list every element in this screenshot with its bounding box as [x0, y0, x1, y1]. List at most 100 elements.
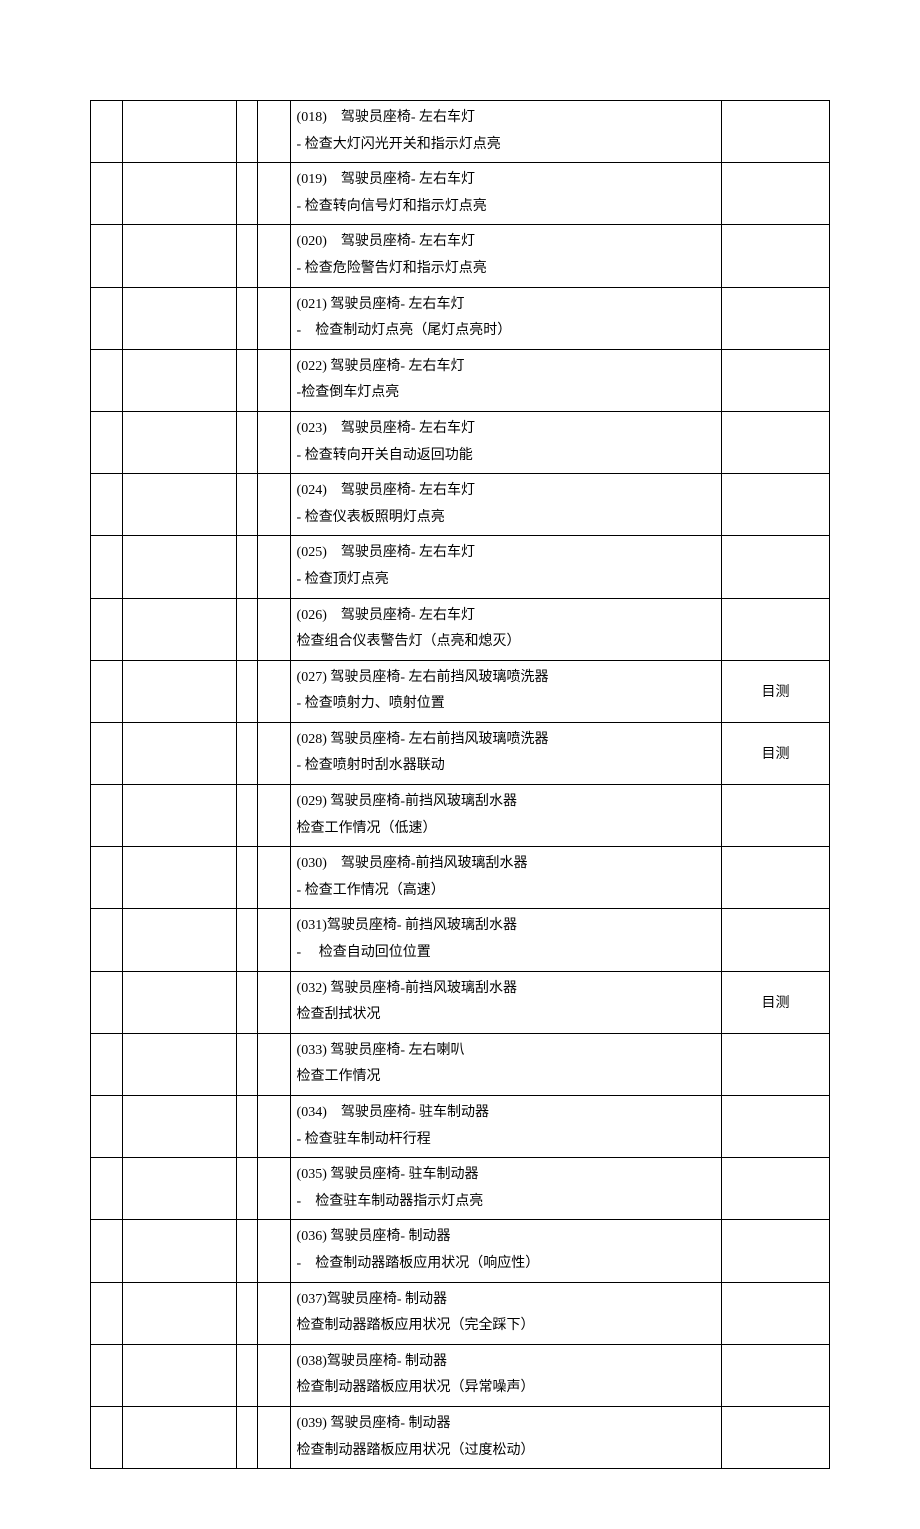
empty-cell	[258, 785, 290, 847]
table-row: (024) 驾驶员座椅- 左右车灯- 检查仪表板照明灯点亮	[91, 474, 830, 536]
table-row: (030) 驾驶员座椅-前挡风玻璃刮水器- 检查工作情况（高速）	[91, 847, 830, 909]
empty-cell	[123, 1158, 236, 1220]
empty-cell	[258, 1158, 290, 1220]
description-cell: (020) 驾驶员座椅- 左右车灯- 检查危险警告灯和指示灯点亮	[290, 225, 722, 287]
empty-cell	[236, 411, 258, 473]
method-cell: 目测	[722, 660, 830, 722]
description-line-2: - 检查转向开关自动返回功能	[297, 443, 716, 470]
description-cell: (019) 驾驶员座椅- 左右车灯- 检查转向信号灯和指示灯点亮	[290, 163, 722, 225]
description-line-1: (019) 驾驶员座椅- 左右车灯	[297, 167, 716, 194]
method-cell	[722, 411, 830, 473]
table-row: (039) 驾驶员座椅- 制动器检查制动器踏板应用状况（过度松动）	[91, 1406, 830, 1468]
empty-cell	[258, 225, 290, 287]
empty-cell	[91, 660, 123, 722]
description-cell: (033) 驾驶员座椅- 左右喇叭检查工作情况	[290, 1033, 722, 1095]
method-cell	[722, 287, 830, 349]
description-cell: (030) 驾驶员座椅-前挡风玻璃刮水器- 检查工作情况（高速）	[290, 847, 722, 909]
empty-cell	[258, 536, 290, 598]
empty-cell	[91, 1406, 123, 1468]
method-cell	[722, 163, 830, 225]
empty-cell	[236, 225, 258, 287]
description-line-2: - 检查制动器踏板应用状况（响应性）	[297, 1251, 716, 1278]
description-line-2: - 检查仪表板照明灯点亮	[297, 505, 716, 532]
table-row: (032) 驾驶员座椅-前挡风玻璃刮水器检查刮拭状况目测	[91, 971, 830, 1033]
description-line-2: - 检查转向信号灯和指示灯点亮	[297, 194, 716, 221]
method-cell	[722, 1220, 830, 1282]
description-cell: (025) 驾驶员座椅- 左右车灯- 检查顶灯点亮	[290, 536, 722, 598]
method-cell	[722, 225, 830, 287]
table-row: (034) 驾驶员座椅- 驻车制动器- 检查驻车制动杆行程	[91, 1096, 830, 1158]
empty-cell	[236, 1406, 258, 1468]
empty-cell	[258, 1033, 290, 1095]
empty-cell	[91, 785, 123, 847]
empty-cell	[123, 1033, 236, 1095]
empty-cell	[258, 1282, 290, 1344]
empty-cell	[91, 1282, 123, 1344]
table-row: (020) 驾驶员座椅- 左右车灯- 检查危险警告灯和指示灯点亮	[91, 225, 830, 287]
empty-cell	[91, 349, 123, 411]
method-cell	[722, 1158, 830, 1220]
empty-cell	[123, 225, 236, 287]
empty-cell	[123, 971, 236, 1033]
table-row: (033) 驾驶员座椅- 左右喇叭检查工作情况	[91, 1033, 830, 1095]
empty-cell	[258, 909, 290, 971]
empty-cell	[236, 1282, 258, 1344]
description-line-1: (029) 驾驶员座椅-前挡风玻璃刮水器	[297, 789, 716, 816]
table-row: (028) 驾驶员座椅- 左右前挡风玻璃喷洗器- 检查喷射时刮水器联动目测	[91, 722, 830, 784]
table-row: (035) 驾驶员座椅- 驻车制动器- 检查驻车制动器指示灯点亮	[91, 1158, 830, 1220]
description-cell: (039) 驾驶员座椅- 制动器检查制动器踏板应用状况（过度松动）	[290, 1406, 722, 1468]
description-cell: (026) 驾驶员座椅- 左右车灯检查组合仪表警告灯（点亮和熄灭）	[290, 598, 722, 660]
table-row: (022) 驾驶员座椅- 左右车灯-检查倒车灯点亮	[91, 349, 830, 411]
empty-cell	[91, 411, 123, 473]
empty-cell	[258, 474, 290, 536]
empty-cell	[91, 287, 123, 349]
method-cell	[722, 1406, 830, 1468]
empty-cell	[236, 287, 258, 349]
method-cell	[722, 1282, 830, 1344]
description-cell: (032) 驾驶员座椅-前挡风玻璃刮水器检查刮拭状况	[290, 971, 722, 1033]
table-row: (027) 驾驶员座椅- 左右前挡风玻璃喷洗器- 检查喷射力、喷射位置目测	[91, 660, 830, 722]
description-cell: (036) 驾驶员座椅- 制动器- 检查制动器踏板应用状况（响应性）	[290, 1220, 722, 1282]
description-line-2: 检查制动器踏板应用状况（完全踩下）	[297, 1313, 716, 1340]
description-line-2: - 检查危险警告灯和指示灯点亮	[297, 256, 716, 283]
description-line-2: -检查倒车灯点亮	[297, 380, 716, 407]
empty-cell	[236, 1158, 258, 1220]
description-line-1: (027) 驾驶员座椅- 左右前挡风玻璃喷洗器	[297, 665, 716, 692]
description-cell: (027) 驾驶员座椅- 左右前挡风玻璃喷洗器- 检查喷射力、喷射位置	[290, 660, 722, 722]
method-cell	[722, 474, 830, 536]
description-line-1: (035) 驾驶员座椅- 驻车制动器	[297, 1162, 716, 1189]
empty-cell	[258, 722, 290, 784]
description-cell: (028) 驾驶员座椅- 左右前挡风玻璃喷洗器- 检查喷射时刮水器联动	[290, 722, 722, 784]
empty-cell	[91, 1220, 123, 1282]
empty-cell	[236, 1033, 258, 1095]
empty-cell	[91, 163, 123, 225]
empty-cell	[123, 598, 236, 660]
description-cell: (022) 驾驶员座椅- 左右车灯-检查倒车灯点亮	[290, 349, 722, 411]
empty-cell	[258, 971, 290, 1033]
table-row: (019) 驾驶员座椅- 左右车灯- 检查转向信号灯和指示灯点亮	[91, 163, 830, 225]
empty-cell	[91, 1344, 123, 1406]
description-line-2: - 检查工作情况（高速）	[297, 878, 716, 905]
empty-cell	[123, 785, 236, 847]
empty-cell	[258, 598, 290, 660]
empty-cell	[123, 1220, 236, 1282]
description-line-1: (030) 驾驶员座椅-前挡风玻璃刮水器	[297, 851, 716, 878]
description-cell: (037)驾驶员座椅- 制动器检查制动器踏板应用状况（完全踩下）	[290, 1282, 722, 1344]
empty-cell	[91, 598, 123, 660]
empty-cell	[236, 536, 258, 598]
empty-cell	[123, 660, 236, 722]
empty-cell	[236, 909, 258, 971]
empty-cell	[258, 349, 290, 411]
empty-cell	[236, 163, 258, 225]
empty-cell	[123, 1096, 236, 1158]
empty-cell	[258, 163, 290, 225]
description-line-2: - 检查喷射力、喷射位置	[297, 691, 716, 718]
description-line-2: 检查组合仪表警告灯（点亮和熄灭）	[297, 629, 716, 656]
method-cell	[722, 847, 830, 909]
description-line-1: (033) 驾驶员座椅- 左右喇叭	[297, 1038, 716, 1065]
description-line-2: - 检查大灯闪光开关和指示灯点亮	[297, 132, 716, 159]
empty-cell	[123, 1344, 236, 1406]
description-cell: (031)驾驶员座椅- 前挡风玻璃刮水器- 检查自动回位位置	[290, 909, 722, 971]
empty-cell	[236, 1220, 258, 1282]
description-line-2: 检查刮拭状况	[297, 1002, 716, 1029]
